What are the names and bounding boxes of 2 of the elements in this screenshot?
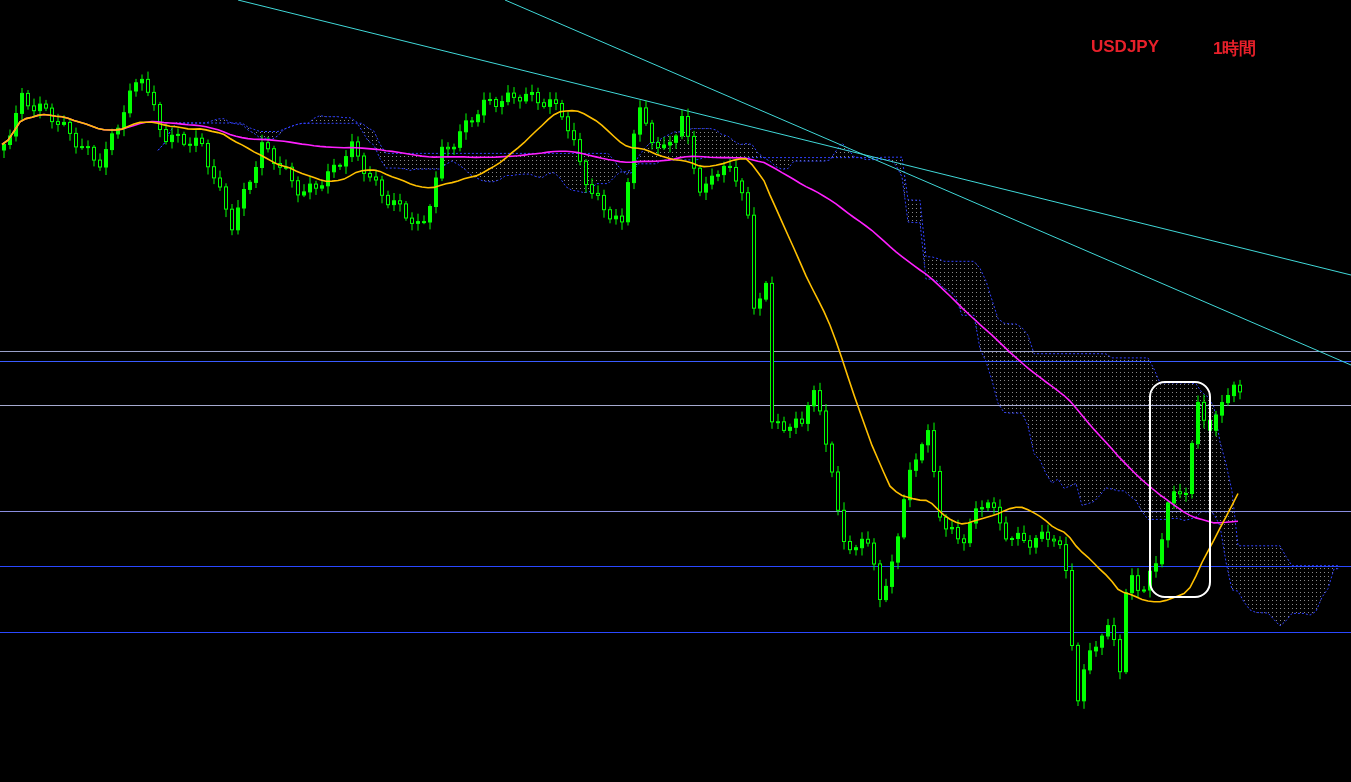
symbol-label: USDJPY (1091, 37, 1160, 57)
timeframe-label: 1時間 (1213, 38, 1257, 60)
